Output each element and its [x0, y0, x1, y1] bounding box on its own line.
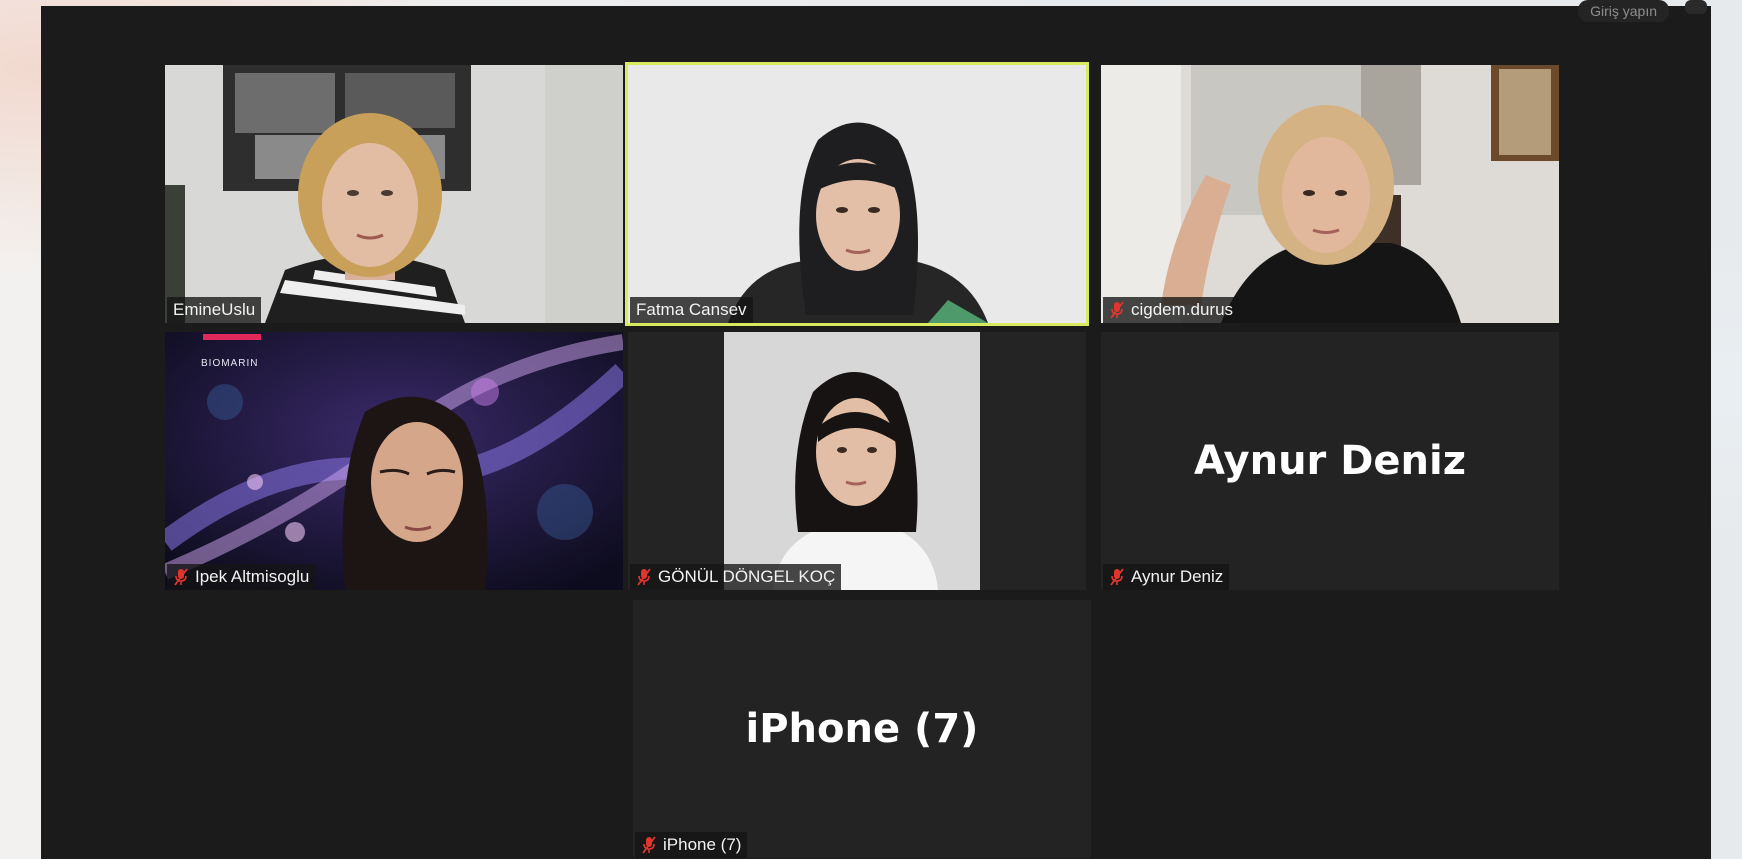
participant-name-tag: iPhone (7) [635, 832, 748, 858]
participant-tile-iphone[interactable]: iPhone (7) iPhone (7) [633, 600, 1091, 858]
microphone-muted-icon [1110, 568, 1124, 586]
participant-video [1101, 65, 1559, 323]
participant-tile-fatma[interactable]: Fatma Cansev [625, 62, 1089, 326]
window-control-icon[interactable] [1685, 0, 1707, 14]
microphone-muted-icon [1110, 301, 1124, 319]
participant-name-tag: Aynur Deniz [1103, 564, 1230, 590]
participant-video [628, 65, 1086, 323]
participant-tile-aynur[interactable]: Aynur Deniz Aynur Deniz [1101, 332, 1559, 590]
participant-video [628, 332, 1086, 590]
participant-name-tag: Fatma Cansev [630, 297, 753, 323]
microphone-muted-icon [642, 836, 656, 854]
participant-name-tag: GÖNÜL DÖNGEL KOÇ [630, 564, 842, 590]
participant-name: cigdem.durus [1131, 300, 1234, 319]
participant-name: EmineUslu [173, 300, 256, 319]
participant-tile-ipek[interactable]: BIOMARIN Ipek Altmisoglu [165, 332, 623, 590]
participant-tile-gonul[interactable]: GÖNÜL DÖNGEL KOÇ [628, 332, 1086, 590]
participant-name-tag: Ipek Altmisoglu [167, 564, 316, 590]
screen: Giriş yapın EmineUslu Fatma Cansev cigde… [0, 0, 1742, 859]
participant-name-tag: cigdem.durus [1103, 297, 1240, 323]
participant-name: GÖNÜL DÖNGEL KOÇ [658, 567, 836, 586]
participant-tile-cigdem[interactable]: cigdem.durus [1101, 65, 1559, 323]
microphone-muted-icon [174, 568, 188, 586]
participant-video [165, 332, 623, 590]
participant-name-tag: EmineUslu [167, 297, 262, 323]
microphone-muted-icon [637, 568, 651, 586]
participant-name: Ipek Altmisoglu [195, 567, 310, 586]
participant-name: Aynur Deniz [1131, 567, 1224, 586]
participant-name: iPhone (7) [663, 835, 742, 854]
participant-display-name: Aynur Deniz [1193, 438, 1466, 484]
participant-video [165, 65, 623, 323]
background-brand-logo: BIOMARIN [201, 358, 259, 369]
video-call-window: Giriş yapın EmineUslu Fatma Cansev cigde… [41, 0, 1711, 859]
sign-in-button[interactable]: Giriş yapın [1578, 0, 1669, 22]
participant-tile-emine[interactable]: EmineUslu [165, 65, 623, 323]
participant-display-name: iPhone (7) [745, 706, 979, 752]
participant-name: Fatma Cansev [636, 300, 747, 319]
